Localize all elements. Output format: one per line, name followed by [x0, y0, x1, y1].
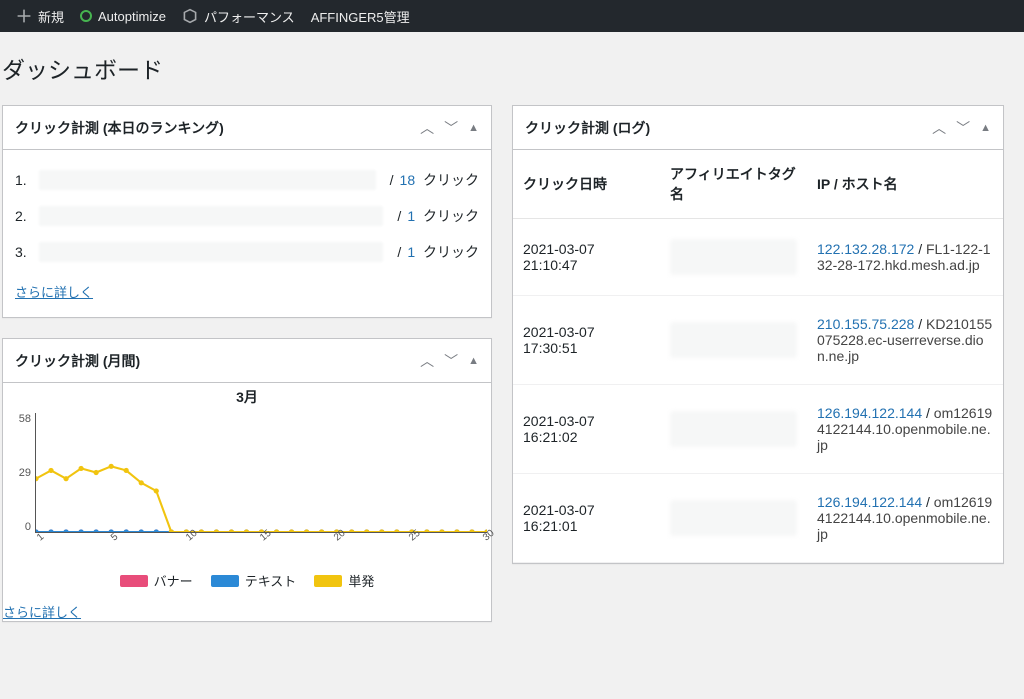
- log-table: クリック日時 アフィリエイトタグ名 IP / ホスト名 2021-03-0721…: [513, 150, 1003, 563]
- log-row: 2021-03-0717:30:51 210.155.75.228 / KD210…: [513, 296, 1003, 385]
- log-ip-link[interactable]: 122.132.28.172: [817, 241, 914, 257]
- chart-title: 3月: [3, 387, 491, 407]
- admin-bar-performance-label: パフォーマンス: [204, 7, 295, 26]
- move-down-icon[interactable]: ﹀: [444, 118, 458, 138]
- ranking-panel-header: クリック計測 (本日のランキング) ︿ ﹀ ▲: [3, 106, 491, 150]
- ranking-count: 1 クリック: [407, 206, 479, 226]
- admin-bar-affinger[interactable]: AFFINGER5管理: [303, 0, 418, 32]
- log-ip-link[interactable]: 210.155.75.228: [817, 316, 914, 332]
- log-header-datetime: クリック日時: [513, 150, 660, 219]
- monthly-more-link[interactable]: さらに詳しく: [3, 602, 81, 621]
- move-up-icon[interactable]: ︿: [932, 118, 946, 138]
- log-scroll[interactable]: クリック日時 アフィリエイトタグ名 IP / ホスト名 2021-03-0721…: [513, 150, 1003, 563]
- move-down-icon[interactable]: ﹀: [444, 351, 458, 371]
- log-ip-link[interactable]: 126.194.122.144: [817, 494, 922, 510]
- ranking-panel-title: クリック計測 (本日のランキング): [15, 118, 224, 138]
- ranking-number: 3.: [15, 244, 39, 260]
- toggle-collapse-icon[interactable]: ▲: [468, 355, 479, 367]
- admin-bar-autoptimize[interactable]: Autoptimize: [72, 0, 174, 32]
- log-header-ip: IP / ホスト名: [807, 150, 1003, 219]
- log-panel-header: クリック計測 (ログ) ︿ ﹀ ▲: [513, 106, 1003, 150]
- admin-bar-performance[interactable]: パフォーマンス: [174, 0, 303, 32]
- circle-icon: [80, 10, 92, 22]
- log-row: 2021-03-0721:10:47 122.132.28.172 / FL1-1…: [513, 219, 1003, 296]
- y-tick: 58: [7, 413, 31, 425]
- monthly-panel-title: クリック計測 (月間): [15, 351, 140, 371]
- legend-item: テキスト: [211, 571, 297, 590]
- x-tick: 1: [35, 531, 51, 549]
- ranking-row: 2./1 クリック: [15, 198, 479, 234]
- legend-swatch: [211, 575, 239, 587]
- log-ip-host: 126.194.122.144 / om126194122144.10.open…: [807, 474, 1003, 563]
- x-tick: 15: [258, 531, 274, 549]
- log-datetime: 2021-03-0721:10:47: [513, 219, 660, 296]
- ranking-number: 1.: [15, 172, 39, 188]
- log-tag-redacted: [660, 296, 807, 385]
- legend-label: テキスト: [245, 571, 297, 590]
- move-up-icon[interactable]: ︿: [420, 351, 434, 371]
- x-tick: 10: [184, 531, 200, 549]
- log-tag-redacted: [660, 385, 807, 474]
- ranking-count: 18 クリック: [400, 170, 479, 190]
- ranking-count-link[interactable]: 1: [407, 244, 415, 260]
- admin-bar-autoptimize-label: Autoptimize: [98, 9, 166, 24]
- legend-label: バナー: [154, 571, 193, 590]
- monthly-panel-header: クリック計測 (月間) ︿ ﹀ ▲: [3, 339, 491, 383]
- log-tag-redacted: [660, 474, 807, 563]
- cube-icon: [182, 8, 198, 24]
- log-panel-title: クリック計測 (ログ): [525, 118, 650, 138]
- ranking-row: 3./1 クリック: [15, 234, 479, 270]
- log-ip-host: 126.194.122.144 / om126194122144.10.open…: [807, 385, 1003, 474]
- legend-label: 単発: [348, 571, 374, 590]
- chart-area: 58290 151015202530: [7, 413, 487, 553]
- x-tick: 30: [481, 531, 497, 549]
- ranking-count: 1 クリック: [407, 242, 479, 262]
- log-header-tag: アフィリエイトタグ名: [660, 150, 807, 219]
- legend-item: 単発: [314, 571, 374, 590]
- log-datetime: 2021-03-0717:30:51: [513, 296, 660, 385]
- log-datetime: 2021-03-0716:21:01: [513, 474, 660, 563]
- log-ip-host: 122.132.28.172 / FL1-122-132-28-172.hkd.…: [807, 219, 1003, 296]
- ranking-count-link[interactable]: 18: [400, 172, 416, 188]
- y-tick: 29: [7, 467, 31, 479]
- ranking-number: 2.: [15, 208, 39, 224]
- legend-item: バナー: [120, 571, 193, 590]
- ranking-title-redacted: [39, 206, 383, 226]
- monthly-panel: クリック計測 (月間) ︿ ﹀ ▲ 3月 58290 151015202530 …: [2, 338, 492, 622]
- chart-legend: バナー テキスト 単発: [3, 571, 491, 590]
- legend-swatch: [120, 575, 148, 587]
- toggle-collapse-icon[interactable]: ▲: [980, 122, 991, 134]
- log-datetime: 2021-03-0716:21:02: [513, 385, 660, 474]
- admin-bar-new[interactable]: 新規: [8, 0, 72, 32]
- ranking-title-redacted: [39, 242, 383, 262]
- move-up-icon[interactable]: ︿: [420, 118, 434, 138]
- log-tag-redacted: [660, 219, 807, 296]
- log-ip-link[interactable]: 126.194.122.144: [817, 405, 922, 421]
- legend-swatch: [314, 575, 342, 587]
- ranking-more-link[interactable]: さらに詳しく: [15, 282, 93, 301]
- ranking-panel: クリック計測 (本日のランキング) ︿ ﹀ ▲ 1./18 クリック2./1 ク…: [2, 105, 492, 318]
- toggle-collapse-icon[interactable]: ▲: [468, 122, 479, 134]
- ranking-title-redacted: [39, 170, 376, 190]
- log-ip-host: 210.155.75.228 / KD210155075228.ec-userr…: [807, 296, 1003, 385]
- admin-bar: 新規 Autoptimize パフォーマンス AFFINGER5管理: [0, 0, 1024, 32]
- y-tick: 0: [7, 521, 31, 533]
- plus-icon: [16, 8, 32, 24]
- x-tick: 5: [109, 531, 125, 549]
- x-tick: 25: [407, 531, 423, 549]
- ranking-row: 1./18 クリック: [15, 162, 479, 198]
- log-panel: クリック計測 (ログ) ︿ ﹀ ▲ クリック日時 アフィリエイトタグ名 I: [512, 105, 1004, 564]
- admin-bar-affinger-label: AFFINGER5管理: [311, 7, 410, 26]
- log-row: 2021-03-0716:21:01 126.194.122.144 / om12…: [513, 474, 1003, 563]
- log-row: 2021-03-0716:21:02 126.194.122.144 / om12…: [513, 385, 1003, 474]
- ranking-count-link[interactable]: 1: [407, 208, 415, 224]
- admin-bar-new-label: 新規: [38, 7, 64, 26]
- page-title: ダッシュボード: [2, 42, 1004, 105]
- x-tick: 20: [332, 531, 348, 549]
- move-down-icon[interactable]: ﹀: [956, 118, 970, 138]
